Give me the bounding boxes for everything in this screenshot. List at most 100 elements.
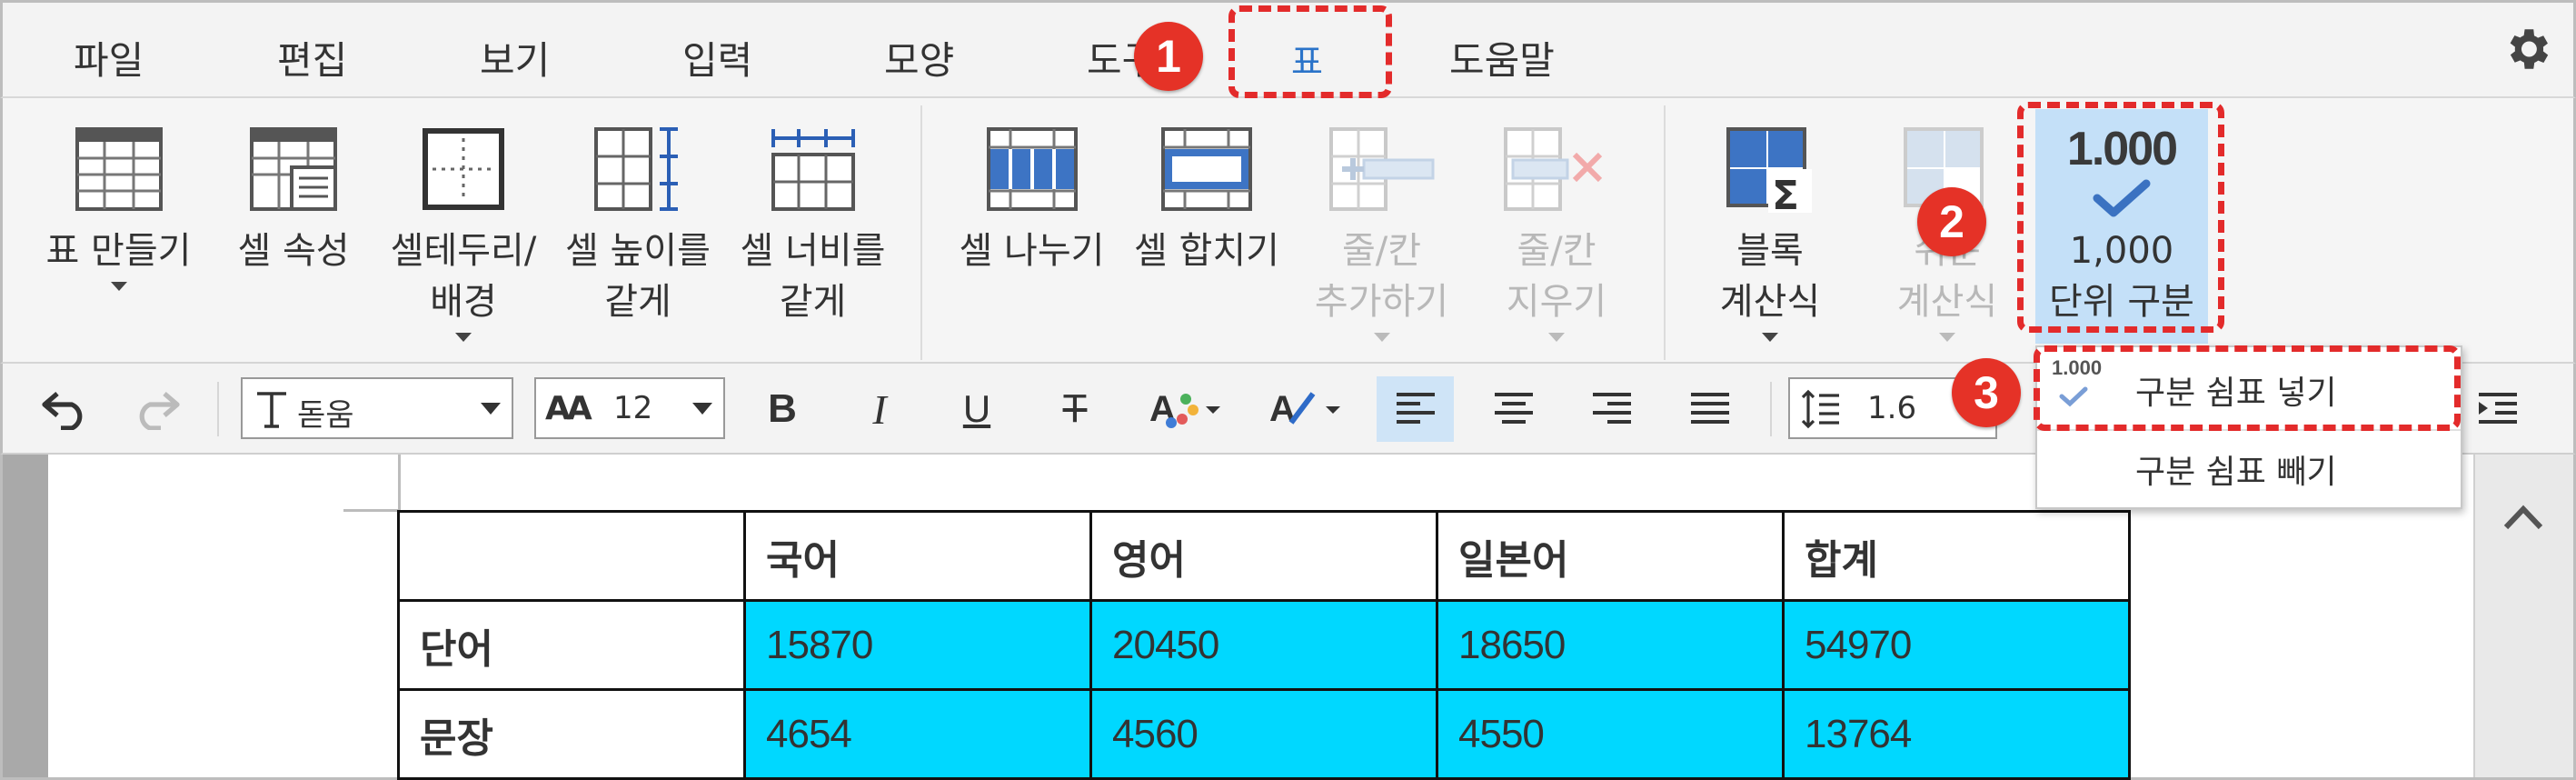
cell-border-label: 셀테두리/ 배경 [390, 230, 537, 323]
menu-file[interactable]: 파일 [74, 30, 144, 85]
font-name-select[interactable]: 돋움 [241, 377, 513, 439]
italic-icon: I [872, 385, 887, 433]
table-create-button[interactable]: 표 만들기 [21, 98, 216, 364]
equal-height-button[interactable]: 셀 높이를 같게 [552, 98, 724, 364]
table-header-cell[interactable]: 국어 [743, 510, 1092, 602]
delete-rowcol-icon [1504, 127, 1603, 211]
font-size-select[interactable]: AA 12 [534, 377, 725, 439]
annotation-highlight-thousand-button [2017, 102, 2224, 333]
delete-rowcol-label: 줄/칸 지우기 [1506, 230, 1607, 323]
step-badge-1: 1 [1134, 22, 1203, 91]
indent-button[interactable] [2462, 376, 2534, 442]
table-cell[interactable]: 4560 [1089, 688, 1438, 780]
table-header-cell[interactable]: 일본어 [1436, 510, 1785, 602]
table-cell[interactable]: 13764 [1782, 688, 2131, 780]
ribbon-separator [1664, 105, 1666, 360]
margin-marker [343, 509, 401, 512]
block-calc-button[interactable]: Σ 블록 계산식 [1684, 98, 1856, 364]
step-badge-2: 2 [1917, 187, 1986, 256]
redo-button[interactable] [121, 376, 194, 442]
font-size-value: 12 [613, 390, 653, 426]
insert-rowcol-button[interactable]: 줄/칸 추가하기 [1293, 98, 1470, 364]
table-row: 단어 15870 20450 18650 54970 [397, 599, 2131, 691]
data-table[interactable]: 국어 영어 일본어 합계 단어 15870 20450 18650 54970 … [397, 510, 2131, 780]
merge-cell-button[interactable]: 셀 합치기 [1120, 98, 1293, 364]
chevron-down-icon [1548, 333, 1565, 342]
cell-properties-icon [250, 127, 337, 211]
redo-icon [139, 392, 180, 430]
align-center-icon [1494, 393, 1533, 424]
cell-border-button[interactable]: 셀테두리/ 배경 [377, 98, 550, 364]
toolbar-separator [217, 382, 219, 436]
equal-width-label: 셀 너비를 같게 [740, 230, 886, 323]
menu-format[interactable]: 모양 [884, 30, 954, 85]
align-right-button[interactable] [1573, 376, 1650, 442]
chevron-down-icon [692, 403, 712, 415]
merge-cell-label: 셀 합치기 [1134, 230, 1279, 272]
undo-button[interactable] [28, 376, 101, 442]
block-calc-label: 블록 계산식 [1719, 230, 1821, 323]
table-cell[interactable]: 54970 [1782, 599, 2131, 691]
table-header-cell[interactable] [397, 510, 746, 602]
table-header-cell[interactable]: 영어 [1089, 510, 1438, 602]
align-right-icon [1592, 393, 1631, 424]
align-left-button[interactable] [1377, 376, 1454, 442]
toolbar-separator [1770, 382, 1772, 436]
vertical-scrollbar[interactable] [2473, 455, 2573, 777]
chevron-up-icon[interactable] [2501, 502, 2546, 533]
split-cell-icon [986, 127, 1078, 211]
highlight-icon: A [1269, 389, 1340, 429]
split-cell-button[interactable]: 셀 나누기 [943, 98, 1120, 364]
text-color-icon: A [1149, 389, 1220, 429]
gear-icon[interactable] [2501, 23, 2553, 75]
underline-button[interactable]: U [940, 376, 1013, 442]
remove-comma-menu-item[interactable]: 구분 쉼표 빼기 [2037, 429, 2461, 507]
chevron-down-icon [455, 333, 472, 342]
font-name-value: 돋움 [297, 397, 354, 434]
ribbon-separator [920, 105, 922, 360]
table-cell[interactable]: 20450 [1089, 599, 1438, 691]
equal-height-label: 셀 높이를 같게 [565, 230, 711, 323]
insert-rowcol-icon [1328, 127, 1434, 211]
step-badge-3: 3 [1952, 358, 2021, 427]
italic-button[interactable]: I [843, 376, 916, 442]
svg-text:Σ: Σ [1772, 173, 1799, 215]
menu-help[interactable]: 도움말 [1449, 30, 1555, 85]
row-label-cell[interactable]: 문장 [397, 688, 746, 780]
annotation-highlight-insert-comma [2034, 345, 2461, 431]
row-label-cell[interactable]: 단어 [397, 599, 746, 691]
margin-marker [398, 455, 401, 509]
equal-height-icon [594, 127, 678, 211]
menu-edit[interactable]: 편집 [277, 30, 347, 85]
text-color-button[interactable]: A [1137, 376, 1237, 442]
indent-icon [2479, 393, 2517, 424]
table-header-cell[interactable]: 합계 [1782, 510, 2131, 602]
table-cell[interactable]: 18650 [1436, 599, 1785, 691]
cell-border-icon [423, 128, 504, 210]
cell-props-button[interactable]: 셀 속성 [216, 98, 371, 364]
table-cell[interactable]: 4550 [1436, 688, 1785, 780]
line-spacing-icon [1801, 389, 1839, 429]
menu-view[interactable]: 보기 [480, 30, 550, 85]
remove-comma-label: 구분 쉼표 빼기 [2135, 454, 2337, 491]
table-cell[interactable]: 4654 [743, 688, 1092, 780]
block-calc-icon: Σ [1726, 127, 1812, 215]
bold-icon: B [768, 386, 797, 431]
bold-button[interactable]: B [746, 376, 819, 442]
annotation-highlight-table-menu [1228, 5, 1392, 98]
split-cell-label: 셀 나누기 [959, 230, 1105, 272]
align-center-button[interactable] [1475, 376, 1552, 442]
chevron-down-icon [1939, 333, 1955, 342]
strikethrough-button[interactable]: T [1039, 376, 1111, 442]
menu-insert[interactable]: 입력 [682, 30, 752, 85]
merge-cell-icon [1161, 127, 1252, 211]
line-spacing-value: 1.6 [1867, 390, 1917, 426]
highlight-color-button[interactable]: A [1257, 376, 1357, 442]
delete-rowcol-button[interactable]: 줄/칸 지우기 [1470, 98, 1643, 364]
chevron-down-icon [1762, 333, 1778, 342]
table-icon [75, 127, 163, 211]
table-cell[interactable]: 15870 [743, 599, 1092, 691]
align-justify-button[interactable] [1671, 376, 1748, 442]
insert-rowcol-label: 줄/칸 추가하기 [1314, 230, 1449, 323]
equal-width-button[interactable]: 셀 너비를 같게 [724, 98, 901, 364]
